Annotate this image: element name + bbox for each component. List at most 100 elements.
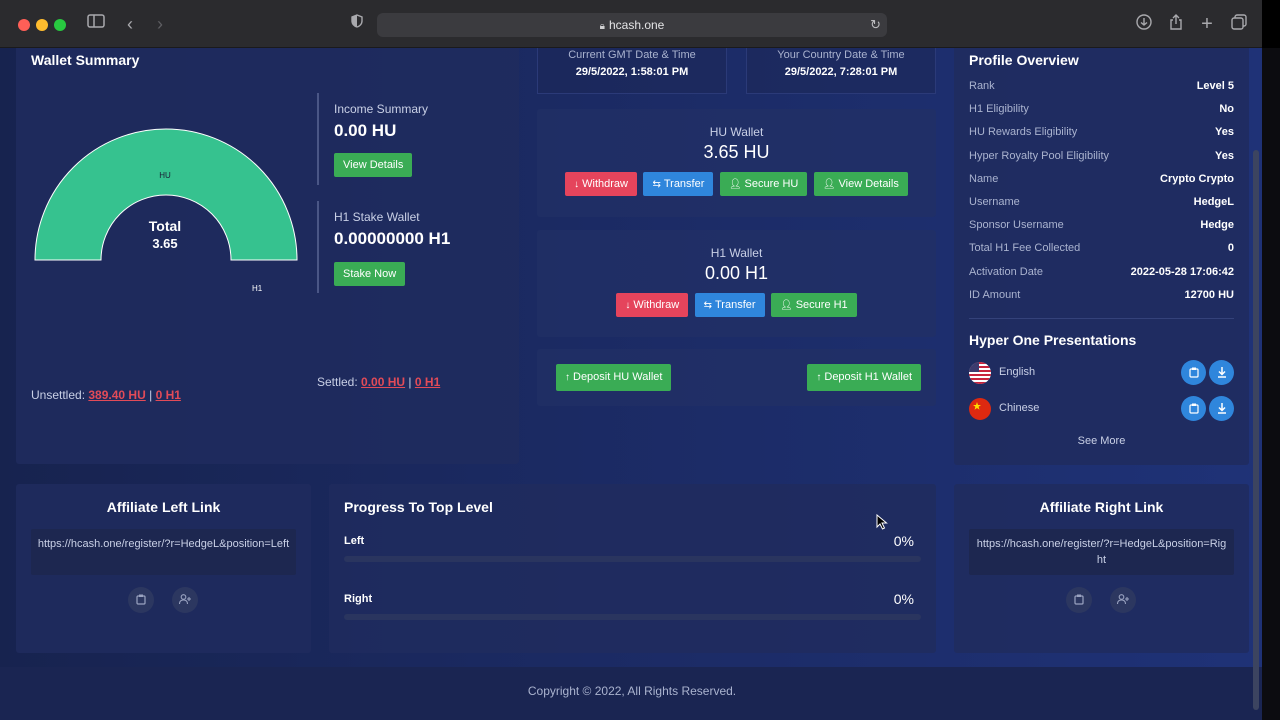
user-icon: 👤︎ <box>728 179 742 190</box>
wallet-gauge-chart: HU Total 3.65 H1 <box>34 124 298 274</box>
local-datetime-value: 29/5/2022, 7:28:01 PM <box>784 66 898 78</box>
hu-wallet-card: HU Wallet 3.65 HU ↓ Withdraw ⇆ Transfer 👤︎… <box>537 109 936 217</box>
address-bar[interactable]: 🔒︎ hcash.one ↻ <box>377 13 887 37</box>
minimize-window-button[interactable] <box>36 19 48 31</box>
new-tab-icon[interactable]: + <box>1197 14 1217 34</box>
profile-row-value: 12700 HU <box>1184 288 1234 301</box>
profile-row: H1 Eligibility No <box>969 103 1234 119</box>
arrow-up-icon: ↑ <box>816 372 822 383</box>
stake-wallet-label: H1 Stake Wallet <box>334 210 420 224</box>
deposit-card: ↑ Deposit HU Wallet ↑ Deposit H1 Wallet <box>537 349 936 406</box>
profile-row: ID Amount 12700 HU <box>969 289 1234 305</box>
progress-card: Progress To Top Level Left 0% Right 0% <box>329 484 936 653</box>
reload-icon[interactable]: ↻ <box>870 13 881 37</box>
affiliate-left-title: Affiliate Left Link <box>106 499 221 515</box>
settled-hu-link[interactable]: 0.00 HU <box>361 375 405 389</box>
local-datetime-card: Your Country Date & Time 29/5/2022, 7:28… <box>746 48 936 94</box>
unsettled-h1-link[interactable]: 0 H1 <box>156 388 181 402</box>
copy-right-link-button[interactable] <box>1066 587 1092 613</box>
affiliate-right-title: Affiliate Right Link <box>1039 499 1164 515</box>
profile-row: Username HedgeL <box>969 196 1234 212</box>
secure-hu-button[interactable]: 👤︎ Secure HU <box>719 172 808 196</box>
add-user-left-button[interactable] <box>172 587 198 613</box>
forward-icon[interactable]: › <box>150 14 170 34</box>
browser-toolbar: ‹ › 🔒︎ hcash.one ↻ + <box>0 0 1262 48</box>
h1-wallet-value: 0.00 H1 <box>704 263 769 283</box>
download-icon[interactable] <box>1134 14 1154 36</box>
tabs-overview-icon[interactable] <box>1229 14 1249 36</box>
copy-left-link-button[interactable] <box>128 587 154 613</box>
progress-left-value: 0% <box>893 533 914 549</box>
income-summary-value: 0.00 HU <box>334 121 397 140</box>
shield-icon[interactable] <box>347 14 367 34</box>
download-english-button[interactable] <box>1209 360 1234 385</box>
scrollbar-track[interactable] <box>1262 48 1280 720</box>
profile-row-key: Activation Date <box>969 265 1043 278</box>
arrow-up-icon: ↑ <box>565 372 570 383</box>
profile-row-key: Hyper Royalty Pool Eligibility <box>969 149 1109 162</box>
h1-withdraw-label: Withdraw <box>633 299 680 311</box>
h1-withdraw-button[interactable]: ↓ Withdraw <box>616 293 689 317</box>
affiliate-left-card: Affiliate Left Link https://hcash.one/re… <box>16 484 311 653</box>
gauge-h1-end-label: H1 <box>252 284 263 293</box>
profile-row: Activation Date 2022-05-28 17:06:42 <box>969 266 1234 282</box>
secure-h1-button[interactable]: 👤︎ Secure H1 <box>771 293 857 317</box>
divider <box>969 318 1234 319</box>
hu-transfer-button[interactable]: ⇆ Transfer <box>643 172 714 196</box>
copy-english-button[interactable] <box>1181 360 1206 385</box>
scrollbar-thumb[interactable] <box>1253 150 1259 710</box>
mouse-cursor-icon <box>876 513 888 535</box>
close-window-button[interactable] <box>18 19 30 31</box>
profile-row-key: HU Rewards Eligibility <box>969 126 1078 139</box>
local-datetime-label: Your Country Date & Time <box>777 49 905 61</box>
progress-right-value: 0% <box>893 591 914 607</box>
settled-separator: | <box>408 375 412 389</box>
affiliate-right-link[interactable]: https://hcash.one/register/?r=HedgeL&pos… <box>969 529 1234 575</box>
secure-h1-label: Secure H1 <box>795 299 848 311</box>
progress-right-bar <box>344 614 921 620</box>
stake-now-button[interactable]: Stake Now <box>334 262 406 286</box>
settled-h1-link[interactable]: 0 H1 <box>415 375 440 389</box>
share-icon[interactable] <box>1166 14 1186 36</box>
deposit-hu-wallet-button[interactable]: ↑ Deposit HU Wallet <box>556 364 672 391</box>
affiliate-left-link[interactable]: https://hcash.one/register/?r=HedgeL&pos… <box>31 529 296 575</box>
h1-wallet-card: H1 Wallet 0.00 H1 ↓ Withdraw ⇆ Transfer 👤︎… <box>537 230 936 337</box>
see-more-link[interactable]: See More <box>954 435 1249 447</box>
secure-hu-label: Secure HU <box>744 178 799 190</box>
copy-chinese-button[interactable] <box>1181 396 1206 421</box>
income-view-details-button[interactable]: View Details <box>334 153 413 177</box>
wallet-summary-card: Wallet Summary HU Total 3.65 H1 H1 Incom… <box>16 48 519 464</box>
gauge-hu-label: HU <box>159 171 171 180</box>
footer-copyright: Copyright © 2022, All Rights Reserved. <box>527 684 737 698</box>
hu-view-details-label: View Details <box>838 178 899 190</box>
user-icon: 👤︎ <box>822 179 836 190</box>
deposit-h1-wallet-button[interactable]: ↑ Deposit H1 Wallet <box>807 364 921 391</box>
presentations-title: Hyper One Presentations <box>969 332 1137 348</box>
progress-right-label: Right <box>344 593 373 605</box>
unsettled-label: Unsettled: <box>31 388 86 402</box>
h1-transfer-button[interactable]: ⇆ Transfer <box>694 293 765 317</box>
profile-overview-card: Profile Overview Rank Level 5 H1 Eligibili… <box>954 48 1249 465</box>
lock-icon: 🔒︎ <box>599 21 605 32</box>
back-icon[interactable]: ‹ <box>120 14 140 34</box>
add-user-right-button[interactable] <box>1110 587 1136 613</box>
hu-withdraw-button[interactable]: ↓ Withdraw <box>565 172 637 196</box>
gmt-datetime-card: Current GMT Date & Time 29/5/2022, 1:58:… <box>537 48 727 94</box>
unsettled-hu-link[interactable]: 389.40 HU <box>88 388 145 402</box>
affiliate-right-card: Affiliate Right Link https://hcash.one/r… <box>954 484 1249 653</box>
profile-row: Hyper Royalty Pool Eligibility Yes <box>969 150 1234 166</box>
profile-row-key: H1 Eligibility <box>969 103 1029 116</box>
hu-wallet-name: HU Wallet <box>709 125 764 139</box>
income-summary-label: Income Summary <box>334 102 429 116</box>
profile-row: Total H1 Fee Collected 0 <box>969 242 1234 258</box>
download-chinese-button[interactable] <box>1209 396 1234 421</box>
profile-row: Sponsor Username Hedge <box>969 219 1234 235</box>
url-text: hcash.one <box>608 18 665 32</box>
us-flag-icon <box>969 362 991 384</box>
hu-view-details-button[interactable]: 👤︎ View Details <box>813 172 908 196</box>
zoom-window-button[interactable] <box>54 19 66 31</box>
profile-row-value: HedgeL <box>1193 196 1234 208</box>
china-flag-icon <box>969 398 991 420</box>
presentation-language-chinese: Chinese <box>999 402 1040 414</box>
sidebar-icon[interactable] <box>86 14 106 34</box>
